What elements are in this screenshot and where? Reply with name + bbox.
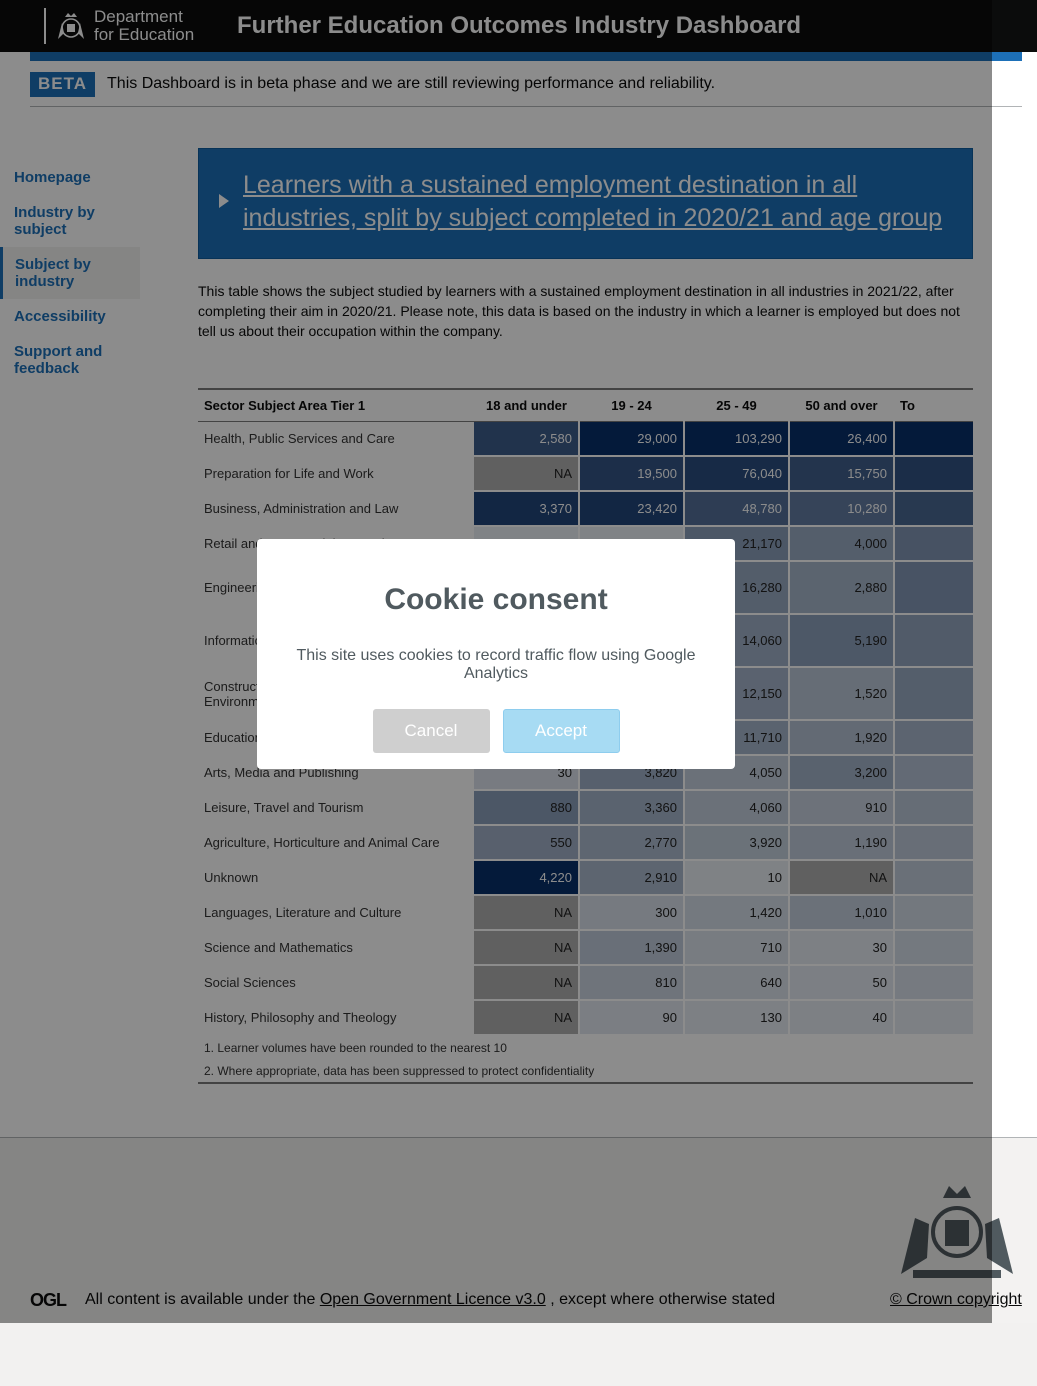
accept-button[interactable]: Accept [502, 709, 620, 753]
cookie-dialog-title: Cookie consent [384, 583, 608, 616]
cookie-dialog-text: This site uses cookies to record traffic… [296, 647, 696, 682]
cancel-button[interactable]: Cancel [372, 709, 490, 753]
cookie-consent-dialog: Cookie consent This site uses cookies to… [257, 539, 735, 769]
cookie-dialog-buttons: Cancel Accept [257, 709, 735, 753]
